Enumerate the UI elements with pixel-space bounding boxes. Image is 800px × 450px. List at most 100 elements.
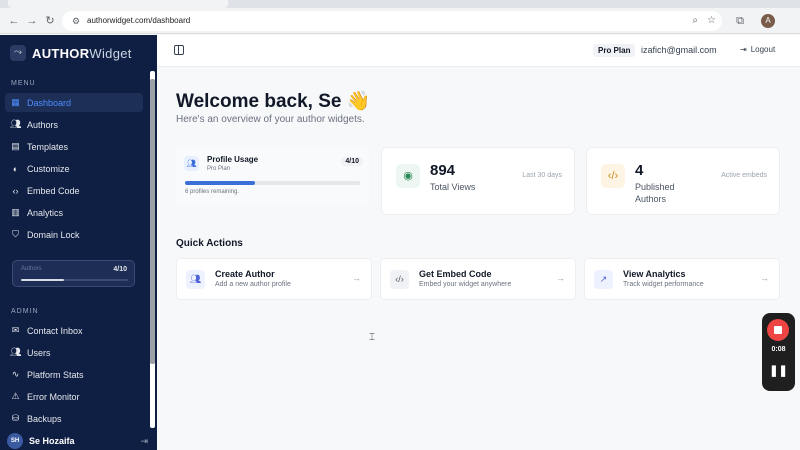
code-icon: ‹› (12, 185, 19, 196)
reload-icon[interactable]: ↻ (42, 13, 58, 29)
get-embed-code-button[interactable]: ‹/› Get Embed Code Embed your widget any… (380, 258, 576, 300)
bar-chart-icon: ▥ (11, 207, 20, 217)
profile-usage-progress-track (185, 181, 360, 185)
pause-icon[interactable]: ❚❚ (762, 364, 795, 377)
address-bar[interactable]: ⚙ authorwidget.com/dashboard ⌕ ☆ (62, 11, 722, 31)
back-icon[interactable]: ← (6, 13, 22, 29)
quick-action-desc: Track widget performance (623, 281, 704, 288)
code-icon: ‹/› (390, 270, 409, 289)
view-analytics-button[interactable]: ↗ View Analytics Track widget performanc… (584, 258, 780, 300)
usage-label: Authors (21, 266, 42, 272)
palette-icon: ◐ (12, 163, 19, 174)
users-icon: 👥︎ (10, 119, 22, 129)
site-settings-icon[interactable]: ⚙ (70, 15, 82, 27)
stat-value: 894 (430, 162, 456, 179)
mail-icon: ✉ (11, 325, 20, 335)
sidebar-item-embed-code[interactable]: ‹› Embed Code (5, 181, 143, 200)
browser-tab[interactable] (8, 0, 228, 8)
sidebar-item-users[interactable]: 👥︎ Users (5, 343, 143, 362)
stat-card-total-views: ◉ 894 Total Views Last 30 days (381, 147, 575, 215)
logout-button[interactable]: ⇥ Logout (740, 45, 775, 54)
stat-label: Total Views (430, 182, 476, 192)
profile-usage-card: 👥︎ Profile Usage Pro Plan 4/10 6 profile… (176, 146, 369, 206)
recording-time: 0:08 (771, 346, 786, 353)
quick-actions-title: Quick Actions (176, 238, 243, 249)
logout-icon[interactable]: ⇥ (140, 436, 148, 447)
sidebar-item-platform-stats[interactable]: ∿ Platform Stats (5, 365, 143, 384)
top-bar: Pro Plan izafich@gmail.com ⇥ Logout (157, 35, 800, 67)
quick-action-label: Create Author (215, 269, 275, 279)
browser-profile-avatar[interactable]: A (761, 14, 775, 28)
sidebar-user[interactable]: SH Se Hozaifa ⇥ (7, 432, 152, 450)
main-content: Pro Plan izafich@gmail.com ⇥ Logout Welc… (157, 35, 800, 450)
alert-icon: ⚠ (11, 391, 20, 401)
stat-note: Active embeds (721, 172, 767, 179)
sidebar-scrollbar[interactable] (150, 71, 155, 428)
usage-progress-fill (21, 279, 64, 281)
quick-action-desc: Add a new author profile (215, 281, 291, 288)
mouse-cursor-icon: ⌶ (369, 332, 375, 343)
sidebar-item-customize[interactable]: ◐ Customize (5, 159, 143, 178)
bookmark-star-icon[interactable]: ☆ (707, 14, 716, 28)
zoom-icon[interactable]: ⌕ (692, 14, 698, 28)
stat-label: Published Authors (635, 182, 675, 204)
browser-toolbar: ← → ↻ ⚙ authorwidget.com/dashboard ⌕ ☆ ⧉ (0, 8, 800, 34)
users-icon: 👥︎ (184, 156, 199, 171)
trend-icon: ↗ (594, 270, 613, 289)
sidebar-toggle-icon[interactable] (174, 45, 184, 55)
stat-value: 4 (635, 162, 644, 179)
arrow-right-icon: → (352, 273, 361, 283)
url-text: authorwidget.com/dashboard (87, 16, 191, 25)
stop-recording-button[interactable] (767, 319, 789, 341)
stat-note: Last 30 days (522, 172, 562, 179)
profile-usage-title: Profile Usage (207, 155, 259, 164)
profile-usage-count: 4/10 (341, 157, 363, 166)
sidebar-item-contact-inbox[interactable]: ✉ Contact Inbox (5, 321, 143, 340)
logout-icon: ⇥ (740, 45, 747, 54)
profile-usage-progress-fill (185, 181, 255, 185)
sidebar-item-dashboard[interactable]: ▦ Dashboard (5, 93, 143, 112)
page-title: Welcome back, Se 👋 (176, 91, 371, 112)
brand-name: AUTHORWidget (32, 45, 132, 61)
quick-action-desc: Embed your widget anywhere (419, 281, 512, 288)
browser-tab-strip (0, 0, 800, 8)
sidebar-item-backups[interactable]: ⛁ Backups (5, 409, 143, 428)
plan-badge: Pro Plan (593, 44, 636, 57)
screen-recorder-widget: 0:08 ❚❚ (762, 313, 795, 391)
activity-icon: ∿ (11, 369, 20, 379)
sidebar-item-analytics[interactable]: ▥ Analytics (5, 203, 143, 222)
eye-icon: ◉ (396, 164, 420, 188)
page-subtitle: Here's an overview of your author widget… (176, 114, 365, 125)
sidebar-item-error-monitor[interactable]: ⚠ Error Monitor (5, 387, 143, 406)
stat-card-published-authors: ‹/› 4 Published Authors Active embeds (586, 147, 780, 215)
admin-section-label: ADMIN (11, 308, 39, 315)
sidebar-item-authors[interactable]: 👥︎ Authors (5, 115, 143, 134)
usage-progress-track (21, 279, 128, 281)
menu-section-label: MENU (11, 80, 36, 87)
usage-count: 4/10 (113, 266, 127, 273)
create-author-button[interactable]: 👥︎ Create Author Add a new author profil… (176, 258, 372, 300)
arrow-right-icon: → (556, 273, 565, 283)
database-icon: ⛁ (11, 413, 20, 423)
code-icon: ‹/› (601, 164, 625, 188)
sidebar-usage-card: Authors 4/10 (12, 260, 135, 287)
brand[interactable]: ⤳ AUTHORWidget (10, 45, 132, 61)
profile-usage-plan: Pro Plan (207, 166, 231, 172)
extensions-icon[interactable]: ⧉ (732, 13, 748, 29)
user-email: izafich@gmail.com (641, 45, 717, 55)
arrow-right-icon: → (760, 273, 769, 283)
sidebar-item-templates[interactable]: ▤ Templates (5, 137, 143, 156)
shield-icon: ⛉ (12, 229, 19, 239)
sidebar-item-domain-lock[interactable]: ⛉ Domain Lock (5, 225, 143, 244)
quick-action-label: View Analytics (623, 269, 686, 279)
sidebar: ⤳ AUTHORWidget MENU ▦ Dashboard 👥︎ Autho… (0, 35, 157, 450)
forward-icon[interactable]: → (24, 13, 40, 29)
profile-usage-remaining: 6 profiles remaining. (185, 189, 240, 195)
logo-icon: ⤳ (10, 45, 26, 61)
avatar: SH (7, 433, 23, 449)
grid-icon: ▦ (11, 97, 20, 107)
users-icon: 👥︎ (10, 347, 22, 357)
sidebar-scrollbar-thumb[interactable] (150, 79, 155, 364)
file-icon: ▤ (11, 141, 20, 151)
users-icon: 👥︎ (186, 270, 205, 289)
